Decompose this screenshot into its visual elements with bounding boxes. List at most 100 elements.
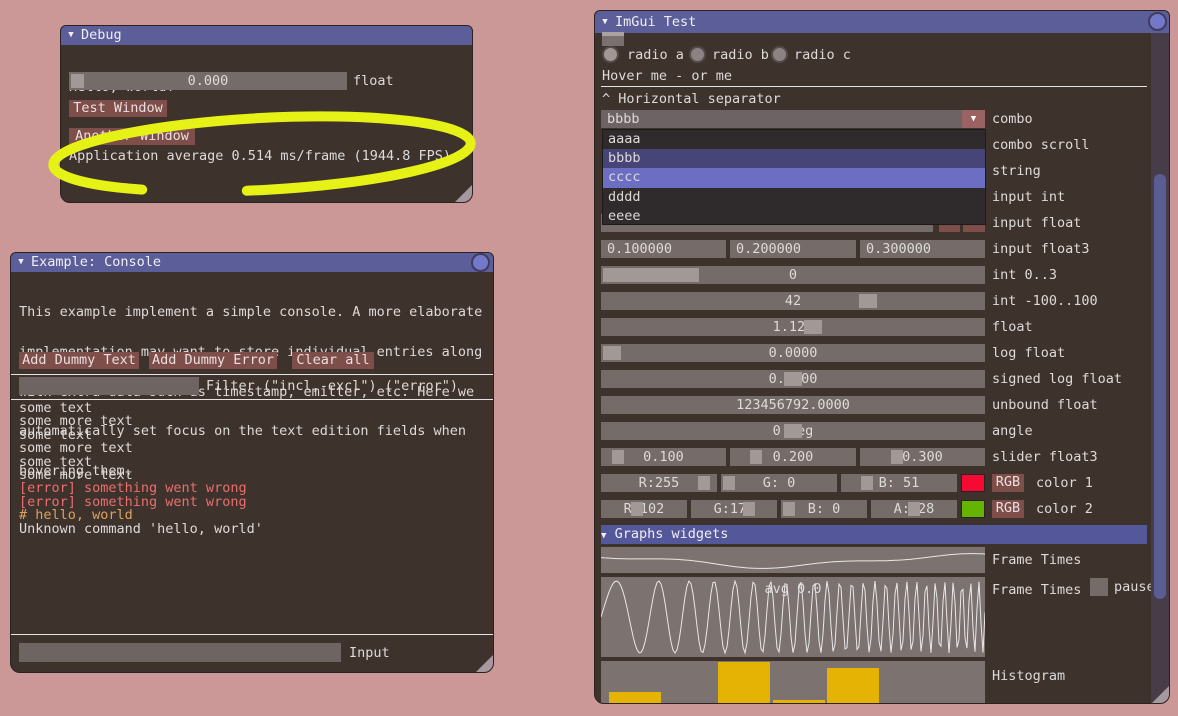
slider-grab[interactable] — [603, 346, 621, 360]
slider-grab[interactable] — [698, 476, 710, 490]
combo-item-cccc[interactable]: cccc — [603, 168, 985, 187]
radio-c[interactable] — [771, 46, 788, 63]
close-button[interactable] — [1148, 12, 1167, 31]
slider-grab[interactable] — [612, 450, 624, 464]
hover-me-text[interactable]: Hover me - or me — [602, 67, 732, 85]
combo-arrow-button[interactable]: ▼ — [962, 110, 985, 128]
add-dummy-error-button[interactable]: Add Dummy Error — [149, 352, 277, 369]
input-float3-z[interactable]: 0.300000 — [860, 240, 985, 258]
color2-r-slider[interactable]: R:102 — [601, 500, 687, 518]
color2-a-slider[interactable]: A:128 — [871, 500, 957, 518]
slider-grab[interactable] — [861, 476, 873, 490]
angle-slider[interactable]: 0 deg — [601, 422, 985, 440]
console-titlebar[interactable]: ▼Example: Console — [11, 253, 493, 272]
slider-float3-y[interactable]: 0.200 — [730, 448, 856, 466]
frame-times-small-label: Frame Times — [992, 551, 1081, 569]
slider-value: R:255 — [639, 475, 680, 491]
color2-rgb-button[interactable]: RGB — [992, 500, 1024, 518]
input-float3-x[interactable]: 0.100000 — [601, 240, 726, 258]
slider-grab[interactable] — [908, 502, 920, 516]
int-100-slider[interactable]: 42 — [601, 292, 985, 310]
slider-value: B: 51 — [879, 475, 920, 491]
slider-value: 0.100 — [643, 449, 684, 465]
imgui-titlebar[interactable]: ▼ImGui Test — [595, 11, 1169, 33]
collapse-arrow-icon[interactable]: ▼ — [61, 26, 81, 45]
slider-grab[interactable] — [743, 502, 755, 516]
separator — [11, 634, 493, 635]
radio-a[interactable] — [602, 46, 619, 63]
color1-b-slider[interactable]: B: 51 — [841, 474, 957, 492]
clipped-widget — [602, 32, 624, 46]
slider-grab[interactable] — [784, 424, 802, 438]
slider-value: 0.0000 — [769, 345, 818, 361]
slider-grab[interactable] — [783, 502, 795, 516]
slider-grab[interactable] — [859, 294, 877, 308]
combo-box[interactable]: bbbb — [601, 110, 962, 128]
radio-a-label[interactable]: radio a — [627, 46, 684, 64]
pause-checkbox-label[interactable]: pause — [1114, 578, 1155, 596]
color2-g-slider[interactable]: G:178 — [691, 500, 777, 518]
slider-grab[interactable] — [891, 450, 903, 464]
histogram-bar — [609, 692, 661, 704]
slider-float3-x[interactable]: 0.100 — [601, 448, 726, 466]
pause-checkbox[interactable] — [1090, 578, 1108, 596]
debug-titlebar[interactable]: ▼Debug — [61, 26, 472, 45]
resize-grip[interactable] — [476, 655, 493, 672]
signed-log-float-slider[interactable]: 0.0000 — [601, 370, 985, 388]
radio-c-label[interactable]: radio c — [794, 46, 851, 64]
log-line: Unknown command 'hello, world' — [19, 523, 263, 536]
slider-float3-z[interactable]: 0.300 — [860, 448, 985, 466]
int-0-3-slider[interactable]: 0 — [601, 266, 985, 284]
scrollbar-grab[interactable] — [1154, 174, 1166, 599]
add-dummy-text-button[interactable]: Add Dummy Text — [19, 352, 139, 369]
test-window-button[interactable]: Test Window — [69, 100, 167, 117]
color2-label: color 2 — [1036, 500, 1093, 518]
float-slider[interactable]: 1.123 — [601, 318, 985, 336]
float-slider[interactable]: 0.000 — [69, 72, 347, 90]
combo-item-aaaa[interactable]: aaaa — [603, 130, 985, 149]
console-input[interactable] — [19, 643, 341, 662]
another-window-button[interactable]: Another Window — [69, 128, 195, 145]
horizontal-separator-header[interactable]: ^ Horizontal separator — [602, 90, 781, 108]
radio-b[interactable] — [689, 46, 706, 63]
filter-input[interactable] — [19, 377, 199, 395]
stats-text: Application average 0.514 ms/frame (1944… — [69, 147, 451, 165]
slider-value: 42 — [785, 293, 801, 309]
slider-grab[interactable] — [750, 450, 762, 464]
input-float3-y[interactable]: 0.200000 — [730, 240, 856, 258]
log-float-label: log float — [992, 344, 1065, 362]
color2-swatch[interactable] — [961, 500, 985, 518]
slider-grab[interactable] — [723, 476, 735, 490]
frame-times-plot-small — [601, 547, 985, 573]
color1-rgb-button[interactable]: RGB — [992, 474, 1024, 492]
collapse-arrow-icon[interactable]: ▼ — [595, 11, 615, 33]
slider-grab[interactable] — [784, 372, 802, 386]
console-title: Example: Console — [31, 254, 161, 270]
combo-item-dddd[interactable]: dddd — [603, 188, 985, 207]
slider-grab[interactable] — [631, 502, 643, 516]
close-button[interactable] — [471, 253, 490, 272]
color1-r-slider[interactable]: R:255 — [601, 474, 717, 492]
imgui-test-window: ▼ImGui Test radio a radio b radio c Hove… — [594, 10, 1170, 704]
combo-scroll-label: combo scroll — [992, 136, 1090, 154]
log-float-slider[interactable]: 0.0000 — [601, 344, 985, 362]
combo-item-bbbb[interactable]: bbbb — [603, 149, 985, 168]
combo-item-eeee[interactable]: eeee — [603, 207, 985, 226]
resize-grip[interactable] — [455, 185, 472, 202]
slider-grab[interactable] — [603, 268, 699, 282]
color1-g-slider[interactable]: G: 0 — [721, 474, 837, 492]
slider-grab[interactable] — [71, 74, 84, 88]
resize-grip[interactable] — [1152, 686, 1169, 703]
color2-b-slider[interactable]: B: 0 — [781, 500, 867, 518]
radio-b-label[interactable]: radio b — [712, 46, 769, 64]
vertical-scrollbar[interactable] — [1151, 33, 1169, 703]
slider-grab[interactable] — [804, 320, 822, 334]
color1-swatch[interactable] — [961, 474, 985, 492]
clear-all-button[interactable]: Clear all — [292, 352, 374, 369]
unbound-float-drag[interactable]: 123456792.0000 — [601, 396, 985, 414]
input-float3-label: input float3 — [992, 240, 1090, 258]
graphs-widgets-header[interactable]: ▼ Graphs widgets — [601, 525, 1147, 544]
string-label: string — [992, 162, 1041, 180]
console-log[interactable]: some text some more text some text some … — [19, 402, 263, 536]
collapse-arrow-icon[interactable]: ▼ — [11, 253, 31, 272]
